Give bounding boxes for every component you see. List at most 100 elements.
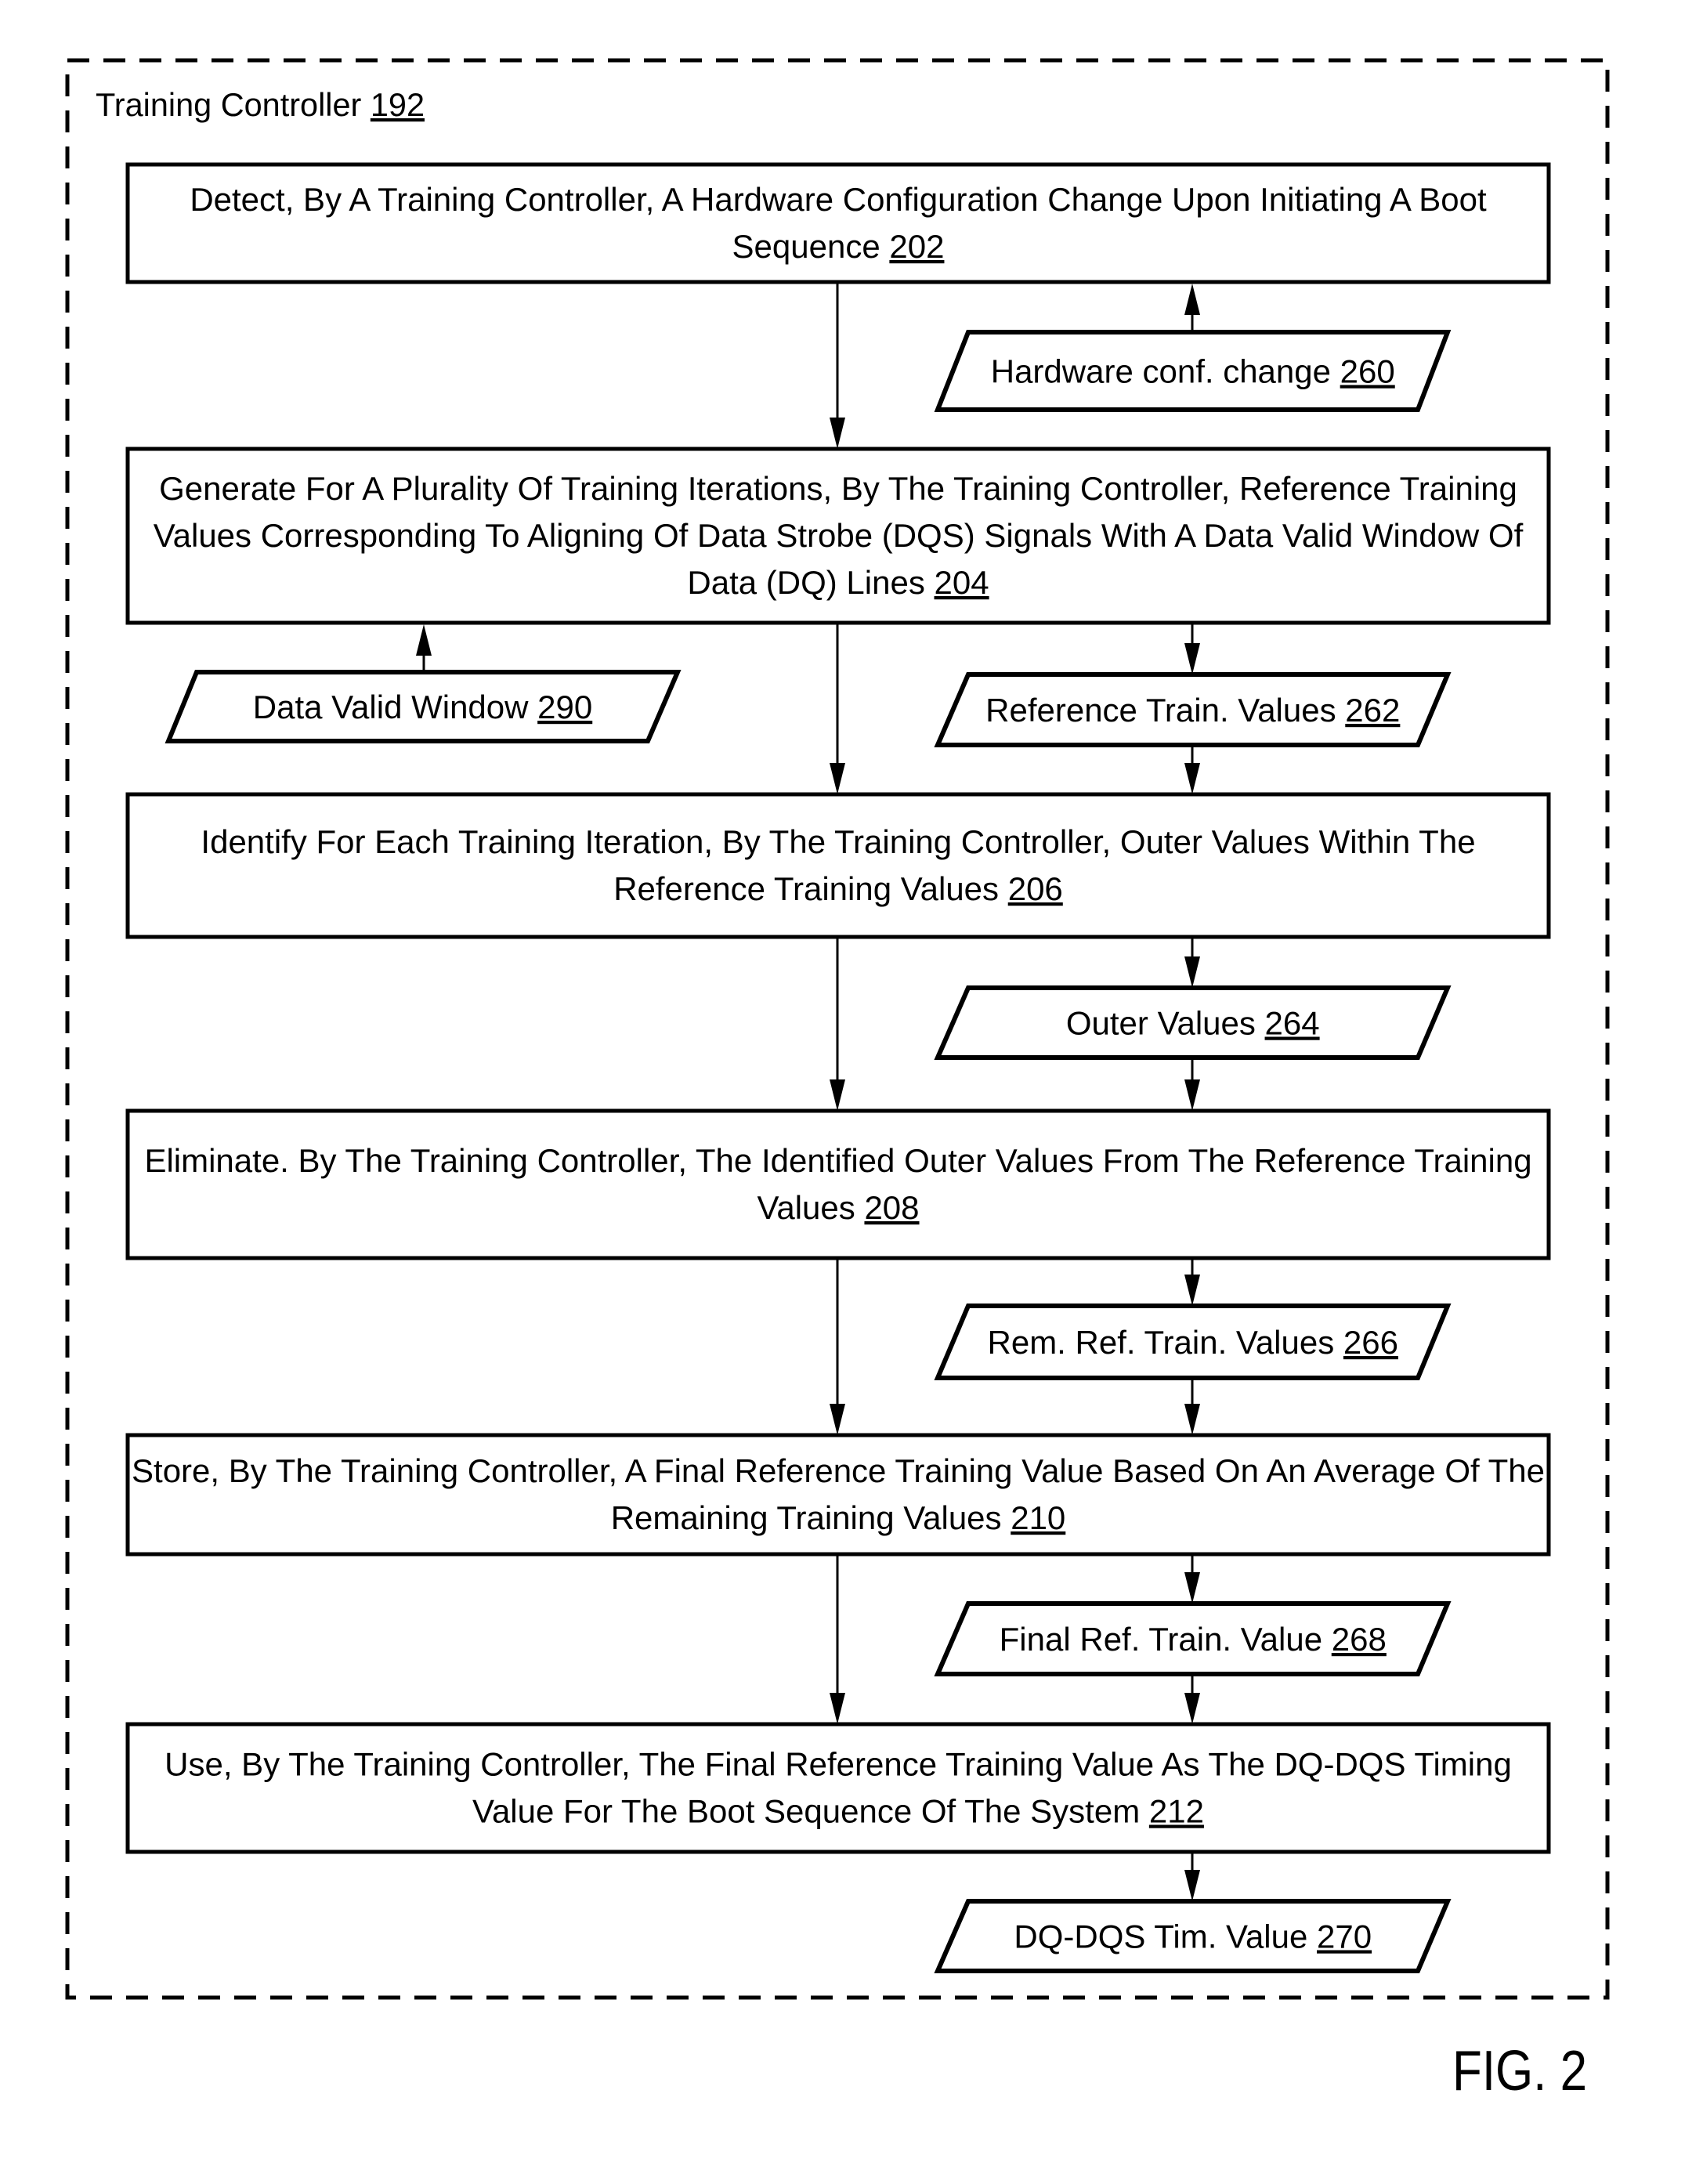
process-step-text: Generate For A Plurality Of Training Ite… (159, 470, 1517, 507)
arrowhead-icon (416, 624, 432, 656)
step-text-line: Store, By The Training Controller, A Fin… (132, 1452, 1545, 1489)
arrowhead-icon (830, 418, 845, 449)
data-item-262: Reference Train. Values 262 (934, 672, 1452, 747)
container-label: Training Controller 192 (96, 86, 425, 123)
data-item-ref-number: 262 (1345, 692, 1400, 729)
process-step-text: Value For The Boot Sequence Of The Syste… (472, 1793, 1204, 1830)
step-ref-number: 212 (1149, 1793, 1204, 1830)
flowchart-diagram: Training Controller 192 Detect, By A Tra… (65, 58, 1610, 2103)
container-label-text: Training Controller (96, 86, 361, 123)
data-item-290: Data Valid Window 290 (165, 670, 682, 743)
data-item-ref-number: 270 (1317, 1918, 1372, 1955)
process-box (125, 1108, 1551, 1260)
data-item-text: Hardware conf. change 260 (991, 353, 1395, 390)
data-item-text: DQ-DQS Tim. Value 270 (1014, 1918, 1372, 1955)
data-item-text: Data Valid Window 290 (253, 689, 592, 725)
arrowhead-icon (830, 1079, 845, 1111)
step-text-line: Reference Training Values (613, 870, 999, 907)
arrow-212-to-270 (1184, 1852, 1200, 1901)
arrowhead-icon (1184, 763, 1200, 794)
data-item-264: Outer Values 264 (934, 985, 1452, 1060)
arrowhead-icon (830, 763, 845, 794)
arrowhead-icon (1184, 643, 1200, 674)
data-item-label: Rem. Ref. Train. Values (988, 1324, 1335, 1361)
process-step-text: Detect, By A Training Controller, A Hard… (190, 181, 1487, 218)
data-item-ref-number: 290 (537, 689, 592, 725)
process-step-text: Identify For Each Training Iteration, By… (201, 823, 1475, 860)
process-step-text: Store, By The Training Controller, A Fin… (132, 1452, 1545, 1489)
process-step-204: Generate For A Plurality Of Training Ite… (125, 447, 1551, 625)
arrow-260-to-202 (1184, 284, 1200, 332)
data-item-260: Hardware conf. change 260 (934, 330, 1452, 412)
step-text-line: Identify For Each Training Iteration, By… (201, 823, 1475, 860)
data-item-270: DQ-DQS Tim. Value 270 (934, 1899, 1452, 1973)
figure-label: FIG. 2 (1452, 2040, 1587, 2103)
process-step-text: Data (DQ) Lines 204 (687, 564, 989, 601)
container-ref-number: 192 (371, 86, 425, 123)
arrow-208-to-210 (830, 1258, 845, 1435)
step-text-line: Data (DQ) Lines (687, 564, 924, 601)
data-item-ref-number: 260 (1340, 353, 1395, 390)
data-item-text: Final Ref. Train. Value 268 (1000, 1621, 1387, 1658)
arrow-206-to-208 (830, 937, 845, 1111)
arrowhead-icon (830, 1404, 845, 1435)
arrowhead-icon (1184, 1079, 1200, 1111)
arrow-204-to-262 (1184, 623, 1200, 674)
step-ref-number: 206 (1008, 870, 1063, 907)
data-item-label: Outer Values (1066, 1005, 1256, 1042)
process-step-text: Values 208 (757, 1189, 919, 1226)
data-item-label: Data Valid Window (253, 689, 529, 725)
process-step-text: Values Corresponding To Aligning Of Data… (154, 517, 1524, 554)
process-step-text: Remaining Training Values 210 (611, 1499, 1066, 1536)
step-text-line: Values (757, 1189, 855, 1226)
arrow-208-to-266 (1184, 1258, 1200, 1306)
data-item-label: Hardware conf. change (991, 353, 1331, 390)
step-ref-number: 204 (935, 564, 989, 601)
data-item-ref-number: 264 (1265, 1005, 1320, 1042)
process-step-208: Eliminate. By The Training Controller, T… (125, 1108, 1551, 1260)
arrow-262-to-206 (1184, 745, 1200, 794)
arrowhead-icon (1184, 1572, 1200, 1604)
step-ref-number: 202 (889, 228, 944, 265)
arrow-210-to-268 (1184, 1554, 1200, 1604)
arrow-202-to-204 (830, 282, 845, 449)
arrowhead-icon (1184, 1275, 1200, 1306)
arrowhead-icon (1184, 1404, 1200, 1435)
arrowhead-icon (1184, 956, 1200, 988)
step-text-line: Remaining Training Values (611, 1499, 1002, 1536)
step-ref-number: 208 (864, 1189, 919, 1226)
arrow-206-to-264 (1184, 937, 1200, 988)
process-step-202: Detect, By A Training Controller, A Hard… (125, 162, 1551, 284)
arrow-290-to-204 (416, 624, 432, 672)
arrowhead-icon (1184, 1693, 1200, 1724)
arrow-266-to-210 (1184, 1378, 1200, 1435)
step-text-line: Value For The Boot Sequence Of The Syste… (472, 1793, 1140, 1830)
data-item-label: Final Ref. Train. Value (1000, 1621, 1322, 1658)
data-item-ref-number: 266 (1343, 1324, 1398, 1361)
process-box (125, 1722, 1551, 1854)
data-item-266: Rem. Ref. Train. Values 266 (934, 1304, 1452, 1380)
arrow-268-to-212 (1184, 1674, 1200, 1724)
step-text-line: Eliminate. By The Training Controller, T… (144, 1142, 1531, 1179)
arrowhead-icon (1184, 284, 1200, 315)
process-step-text: Reference Training Values 206 (613, 870, 1063, 907)
data-item-text: Outer Values 264 (1066, 1005, 1320, 1042)
data-item-ref-number: 268 (1332, 1621, 1387, 1658)
process-step-212: Use, By The Training Controller, The Fin… (125, 1722, 1551, 1854)
data-item-label: DQ-DQS Tim. Value (1014, 1918, 1307, 1955)
process-step-text: Eliminate. By The Training Controller, T… (144, 1142, 1531, 1179)
arrow-264-to-208 (1184, 1058, 1200, 1111)
process-step-206: Identify For Each Training Iteration, By… (125, 792, 1551, 939)
arrowhead-icon (1184, 1870, 1200, 1901)
data-item-text: Reference Train. Values 262 (985, 692, 1400, 729)
arrow-204-to-206 (830, 623, 845, 794)
data-item-text: Rem. Ref. Train. Values 266 (988, 1324, 1398, 1361)
process-step-text: Use, By The Training Controller, The Fin… (165, 1746, 1512, 1783)
step-text-line: Use, By The Training Controller, The Fin… (165, 1746, 1512, 1783)
process-step-210: Store, By The Training Controller, A Fin… (125, 1433, 1551, 1557)
step-text-line: Generate For A Plurality Of Training Ite… (159, 470, 1517, 507)
step-text-line: Detect, By A Training Controller, A Hard… (190, 181, 1487, 218)
step-text-line: Values Corresponding To Aligning Of Data… (154, 517, 1524, 554)
step-ref-number: 210 (1011, 1499, 1065, 1536)
process-step-text: Sequence 202 (732, 228, 945, 265)
